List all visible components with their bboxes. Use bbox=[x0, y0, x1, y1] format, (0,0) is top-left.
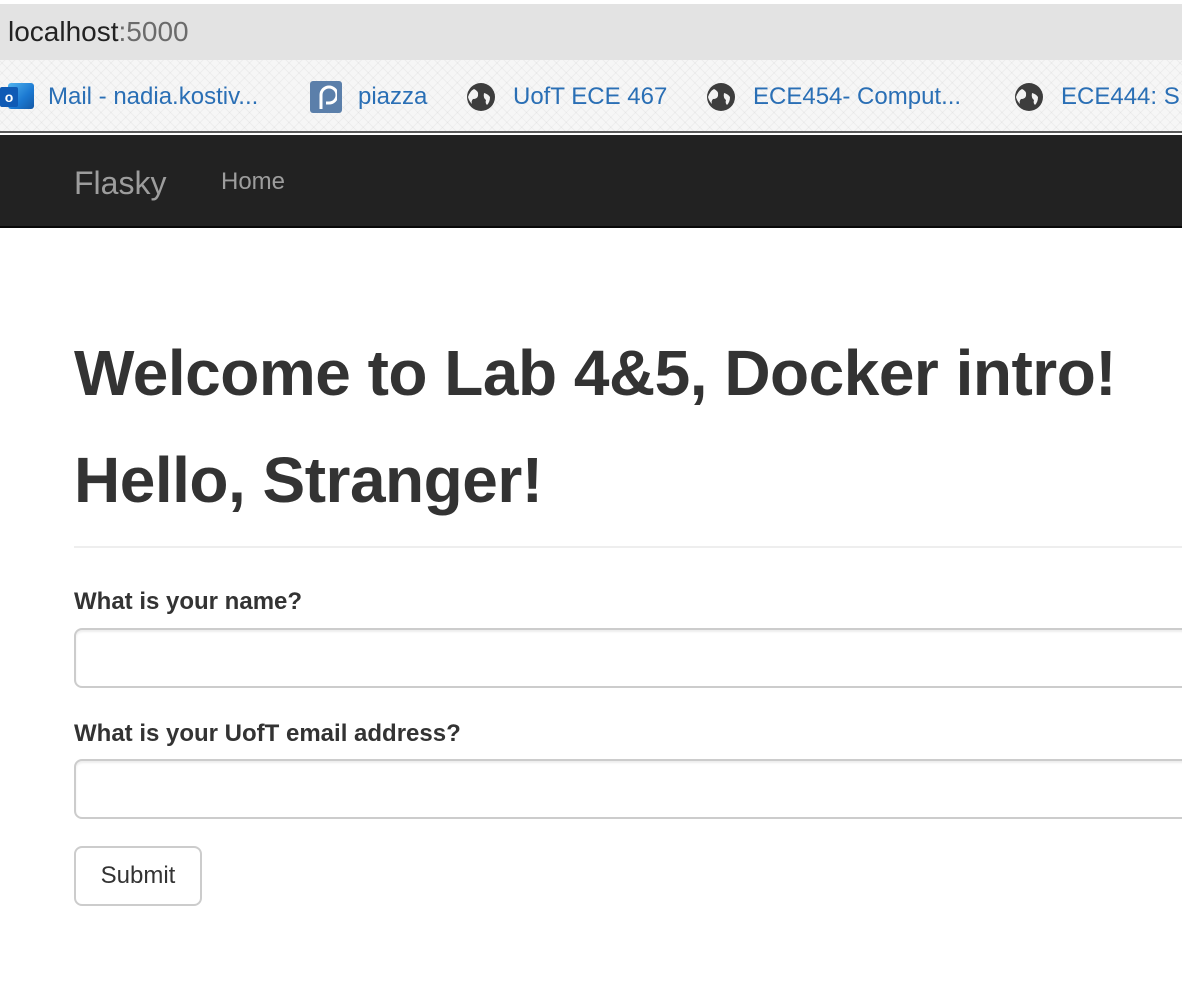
bookmark-ece444[interactable]: ECE444: S bbox=[1013, 80, 1180, 114]
bookmark-label: Mail - nadia.kostiv... bbox=[48, 83, 259, 110]
bookmark-uoft-ece-467[interactable]: UofT ECE 467 bbox=[465, 80, 667, 114]
address-bar[interactable]: localhost:5000 bbox=[0, 4, 1182, 60]
url-port: :5000 bbox=[118, 16, 189, 47]
email-label: What is your UofT email address? bbox=[74, 720, 461, 747]
globe-icon bbox=[1015, 83, 1043, 111]
bookmark-label: ECE444: S bbox=[1061, 83, 1180, 110]
bookmark-piazza[interactable]: piazza bbox=[310, 80, 427, 114]
bookmark-mail[interactable]: o Mail - nadia.kostiv... bbox=[0, 80, 258, 114]
name-label: What is your name? bbox=[74, 588, 303, 615]
globe-icon bbox=[467, 83, 495, 111]
submit-button[interactable]: Submit bbox=[74, 846, 202, 906]
url-host: localhost bbox=[8, 16, 119, 47]
bookmark-label: UofT ECE 467 bbox=[513, 83, 668, 110]
bookmark-ece454[interactable]: ECE454- Comput... bbox=[705, 80, 961, 114]
name-input[interactable] bbox=[74, 628, 1182, 688]
navbar-brand[interactable]: Flasky bbox=[74, 165, 166, 202]
greeting-heading: Hello, Stranger! bbox=[74, 444, 543, 516]
divider bbox=[74, 546, 1182, 548]
nav-link-home[interactable]: Home bbox=[221, 168, 285, 196]
welcome-heading: Welcome to Lab 4&5, Docker intro! bbox=[74, 337, 1117, 409]
piazza-icon bbox=[310, 81, 342, 113]
globe-icon bbox=[707, 83, 735, 111]
bookmark-label: piazza bbox=[358, 83, 428, 110]
outlook-icon: o bbox=[0, 81, 34, 113]
email-input[interactable] bbox=[74, 759, 1182, 819]
navbar: Flasky Home bbox=[0, 135, 1182, 228]
bookmarks-bar: o Mail - nadia.kostiv... piazza UofT ECE… bbox=[0, 60, 1182, 133]
bookmark-label: ECE454- Comput... bbox=[753, 83, 962, 110]
